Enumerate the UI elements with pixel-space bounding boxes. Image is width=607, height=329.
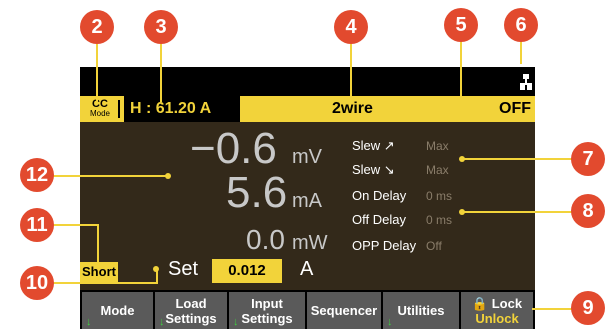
callout-9: 9 — [571, 291, 605, 325]
current-unit: mA — [292, 190, 322, 212]
leader-line — [50, 282, 158, 284]
leader-line — [160, 44, 162, 102]
output-state: OFF — [499, 100, 531, 117]
leader-line — [462, 211, 580, 213]
mode-indicator: CC Mode — [86, 99, 114, 121]
set-label: Set — [168, 258, 199, 280]
on-delay-value: 0 ms — [426, 189, 453, 203]
leader-line — [96, 44, 98, 102]
status-divider — [118, 100, 120, 118]
set-unit: A — [300, 258, 314, 280]
voltage-unit: mV — [292, 146, 322, 168]
off-delay-value: 0 ms — [426, 213, 453, 227]
leader-line — [40, 175, 168, 177]
status-bar: CC Mode H : 61.20 A 2wire OFF — [80, 96, 535, 122]
softkey-label: Mode — [100, 303, 135, 318]
network-icon — [520, 74, 532, 90]
callout-5: 5 — [444, 8, 478, 42]
softkey-label: Utilities — [397, 303, 445, 318]
slew-up-label: Slew ↗ — [352, 138, 395, 153]
limit-readout: H : 61.20 A — [130, 100, 212, 117]
wire-mode: 2wire — [332, 100, 373, 117]
softkey-label: Input — [251, 295, 283, 311]
softkey-mode[interactable]: Mode ↓ — [82, 292, 153, 329]
callout-8: 8 — [571, 194, 605, 228]
callout-12: 12 — [20, 158, 54, 192]
set-value-field[interactable]: 0.012 — [212, 259, 282, 283]
callout-11: 11 — [20, 208, 54, 242]
softkey-input-settings[interactable]: Input Settings ↓ — [229, 292, 305, 329]
power-reading: 0.0 — [246, 224, 285, 255]
leader-dot — [459, 156, 465, 162]
softkey-label: 🔒 Lock — [471, 295, 523, 311]
power-unit: mW — [292, 232, 328, 254]
down-arrow-icon: ↓ — [233, 316, 239, 328]
leader-line — [520, 40, 522, 64]
slew-down-value: Max — [426, 163, 449, 177]
callout-2: 2 — [80, 10, 114, 44]
short-indicator: Short — [80, 262, 118, 282]
leader-dot — [153, 266, 159, 272]
leader-line — [462, 158, 580, 160]
on-delay-label: On Delay — [352, 188, 407, 203]
slew-up-value: Max — [426, 139, 449, 153]
current-reading: 5.6 — [226, 168, 288, 217]
callout-6: 6 — [504, 8, 538, 42]
softkey-load-settings[interactable]: Load Settings ↓ — [155, 292, 227, 329]
off-delay-label: Off Delay — [352, 212, 406, 227]
callout-10: 10 — [20, 266, 54, 300]
voltage-reading: −0.6 — [190, 124, 277, 173]
softkey-label: Sequencer — [310, 303, 378, 318]
slew-down-label: Slew ↘ — [352, 162, 395, 177]
softkey-unlock-label: Unlock — [475, 310, 519, 326]
leader-line — [156, 270, 158, 284]
down-arrow-icon: ↓ — [159, 316, 165, 328]
leader-dot — [459, 209, 465, 215]
down-arrow-icon: ↓ — [86, 316, 92, 328]
softkey-sequencer[interactable]: Sequencer — [307, 292, 381, 329]
softkey-utilities[interactable]: Utilities ↓ — [383, 292, 459, 329]
callout-3: 3 — [144, 10, 178, 44]
leader-line — [97, 224, 99, 264]
opp-delay-value: Off — [426, 239, 442, 253]
callout-7: 7 — [571, 142, 605, 176]
leader-line — [460, 40, 462, 110]
softkey-label-line2: Settings — [241, 310, 293, 326]
mode-caption: Mode — [89, 109, 110, 118]
opp-delay-label: OPP Delay — [352, 238, 417, 253]
softkey-label: Load — [175, 295, 207, 311]
softkey-lock[interactable]: 🔒 Lock Unlock — [461, 292, 533, 329]
mode-text: CC — [92, 98, 108, 110]
callout-4: 4 — [334, 10, 368, 44]
down-arrow-icon: ↓ — [387, 316, 393, 328]
leader-dot — [165, 173, 171, 179]
leader-line — [350, 44, 352, 98]
softkey-label-line2: Settings — [165, 310, 217, 326]
leader-dot — [457, 104, 463, 110]
